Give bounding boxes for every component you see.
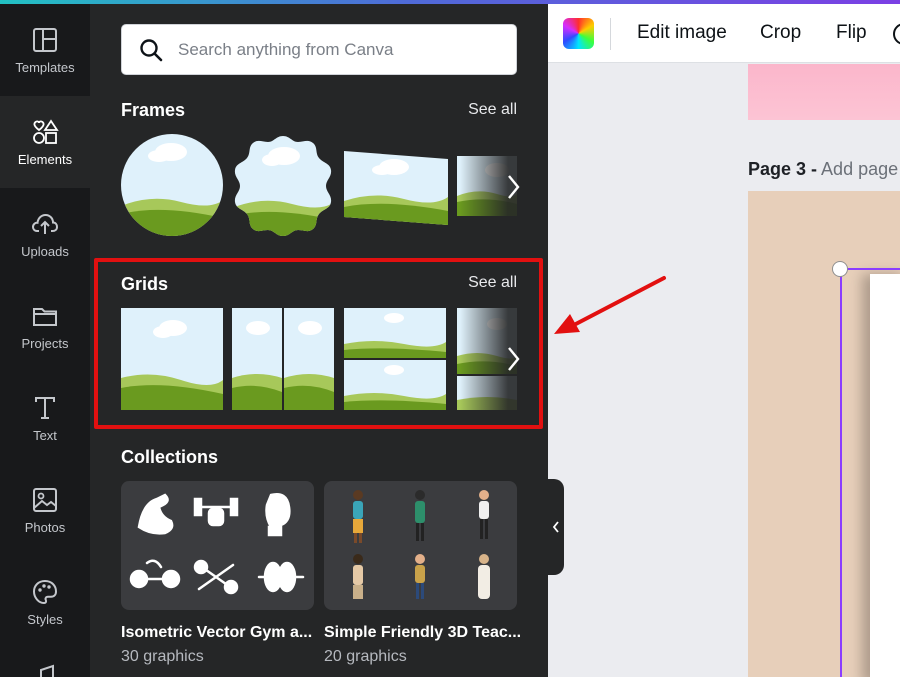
top-gradient-strip	[0, 0, 900, 4]
image-toolbar: Edit image Crop Flip	[548, 4, 900, 63]
frame-skewed[interactable]	[344, 149, 448, 225]
rail-label-projects: Projects	[21, 335, 69, 351]
selection-outline	[840, 268, 900, 677]
rail-item-elements[interactable]: Elements	[0, 96, 90, 188]
rail-item-text[interactable]: Text	[0, 372, 90, 464]
collection-card-gym[interactable]	[121, 481, 314, 610]
color-picker-button[interactable]	[563, 18, 594, 49]
rail-item-projects[interactable]: Projects	[0, 280, 90, 372]
rail-item-uploads[interactable]: Uploads	[0, 188, 90, 280]
folder-icon	[33, 307, 57, 326]
rail-item-templates[interactable]: Templates	[0, 4, 90, 96]
templates-icon	[33, 27, 57, 52]
rail-label-text: Text	[33, 427, 57, 443]
search-icon	[140, 38, 163, 61]
frame-scalloped[interactable]	[232, 134, 334, 238]
teacher-graphics-preview	[353, 490, 490, 599]
page-2-bottom	[748, 64, 900, 120]
collection-card-teachers[interactable]	[324, 481, 517, 610]
collections-title: Collections	[121, 447, 219, 467]
rail-item-photos[interactable]: Photos	[0, 464, 90, 556]
upload-cloud-icon	[31, 213, 59, 234]
left-nav-rail: Templates Elements Uploads Projects Text…	[0, 4, 90, 677]
rail-label-styles: Styles	[27, 611, 63, 627]
search-box[interactable]	[121, 24, 517, 75]
editor-canvas-area: Edit image Crop Flip Page 3 - Add page t…	[548, 4, 900, 677]
text-icon	[35, 396, 55, 419]
crop-button[interactable]: Crop	[760, 22, 801, 44]
toolbar-divider	[610, 18, 611, 50]
gym-graphics-preview	[129, 493, 305, 595]
collection-count-teachers: 20 graphics	[324, 648, 407, 665]
rail-label-templates: Templates	[15, 59, 75, 75]
frames-title: Frames	[121, 100, 186, 120]
flip-button[interactable]: Flip	[836, 22, 867, 44]
collection-title-teachers[interactable]: Simple Friendly 3D Teac...	[324, 624, 524, 642]
elements-panel: Frames See all	[90, 4, 548, 677]
chevron-left-icon	[552, 521, 559, 533]
photo-icon	[33, 487, 57, 512]
annotation-arrow	[554, 276, 666, 334]
add-page-title[interactable]: Add page title	[821, 159, 900, 179]
rail-label-photos: Photos	[24, 519, 66, 535]
collection-count-gym: 30 graphics	[121, 648, 204, 665]
rail-label-elements: Elements	[17, 151, 73, 167]
collapse-panel-button[interactable]	[548, 479, 564, 575]
page-number: Page 3 -	[748, 159, 818, 179]
rail-label-uploads: Uploads	[21, 243, 69, 259]
frame-circle[interactable]	[121, 134, 223, 236]
rail-item-styles[interactable]: Styles	[0, 556, 90, 648]
frames-next-arrow-icon[interactable]	[504, 172, 524, 202]
page-3-label: Page 3 - Add page title	[748, 159, 900, 180]
grids-highlight-box	[94, 258, 543, 429]
frames-see-all-link[interactable]: See all	[468, 101, 517, 119]
search-input[interactable]	[178, 39, 498, 60]
palette-icon	[32, 579, 58, 604]
music-icon	[40, 664, 54, 677]
info-icon[interactable]	[892, 22, 900, 46]
collection-title-gym[interactable]: Isometric Vector Gym a...	[121, 624, 317, 642]
edit-image-button[interactable]: Edit image	[637, 22, 727, 44]
elements-icon	[33, 118, 59, 144]
resize-handle[interactable]	[832, 261, 848, 277]
